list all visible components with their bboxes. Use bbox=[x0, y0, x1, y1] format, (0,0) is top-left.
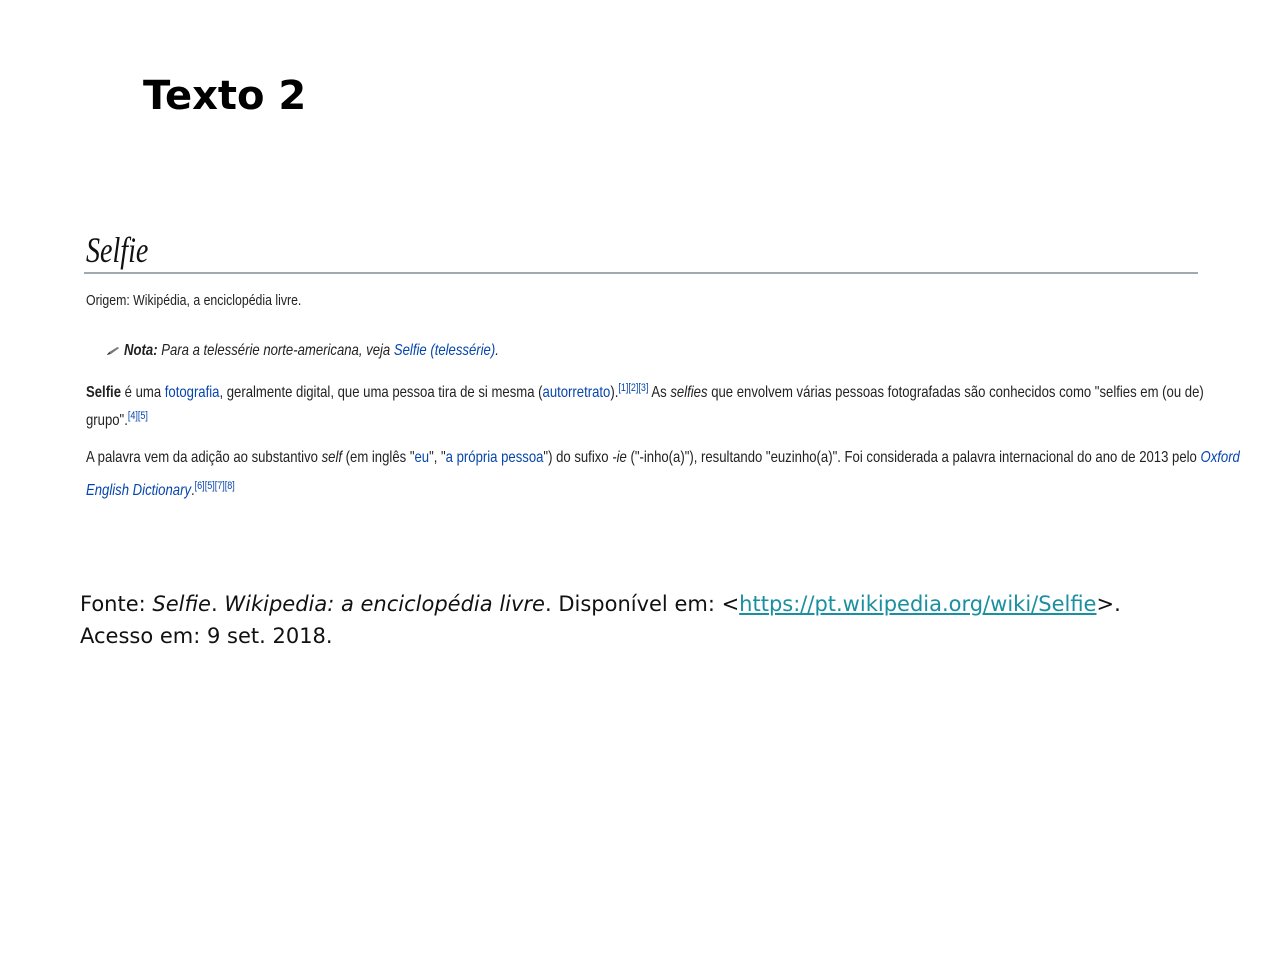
term-selfie: Selfie bbox=[86, 384, 122, 401]
source-title: Selfie bbox=[152, 592, 211, 616]
source-line-1: Fonte: Selfie. Wikipedia: a enciclopédia… bbox=[80, 588, 1220, 620]
text-fragment: ", " bbox=[429, 449, 446, 466]
page-heading: Texto 2 bbox=[143, 73, 307, 119]
hatnote-end: . bbox=[495, 342, 499, 359]
text-fragment: A palavra vem da adição ao substantivo bbox=[86, 449, 322, 466]
reference-links[interactable]: [4][5] bbox=[128, 410, 148, 422]
paragraph-1-line-2: grupo".[4][5] bbox=[86, 406, 148, 431]
title-divider bbox=[84, 272, 1198, 274]
source-url-link[interactable]: https://pt.wikipedia.org/wiki/Selfie bbox=[739, 592, 1096, 616]
hatnote-link[interactable]: Selfie (telessérie) bbox=[394, 342, 495, 359]
source-citation: Fonte: Selfie. Wikipedia: a enciclopédia… bbox=[80, 588, 1220, 652]
text-fragment: é uma bbox=[121, 384, 165, 401]
wikipedia-screenshot: Selfie Origem: Wikipédia, a enciclopédia… bbox=[84, 228, 1240, 508]
pencil-icon bbox=[106, 342, 121, 355]
text-fragment: As bbox=[648, 384, 671, 401]
text-fragment: que envolvem várias pessoas fotografadas… bbox=[707, 384, 1204, 401]
link-autorretrato[interactable]: autorretrato bbox=[543, 384, 611, 401]
text-fragment: ). bbox=[610, 384, 619, 401]
link-eu[interactable]: eu bbox=[414, 449, 429, 466]
link-propria-pessoa[interactable]: a própria pessoa bbox=[446, 449, 544, 466]
link-oxford[interactable]: Oxford bbox=[1200, 449, 1239, 466]
hatnote-text: Para a telessérie norte-americana, veja bbox=[161, 342, 391, 359]
text-fragment: ") do sufixo bbox=[543, 449, 613, 466]
source-access-date: Acesso em: 9 set. 2018. bbox=[80, 624, 333, 648]
hatnote-label: Nota: bbox=[124, 342, 158, 359]
source-prefix: Fonte: bbox=[80, 592, 153, 616]
source-available: . Disponível em: < bbox=[544, 592, 740, 616]
emphasis-selfies: selfies bbox=[670, 384, 708, 401]
link-fotografia[interactable]: fotografia bbox=[165, 384, 220, 401]
text-fragment: ("-inho(a)"), resultando "euzinho(a)". F… bbox=[626, 449, 1201, 466]
article-origin: Origem: Wikipédia, a enciclopédia livre. bbox=[86, 292, 302, 309]
paragraph-1-line-1: Selfie é uma fotografia, geralmente digi… bbox=[86, 378, 1204, 403]
source-site: Wikipedia: a enciclopédia livre bbox=[224, 592, 545, 616]
emphasis-self: self bbox=[321, 449, 343, 466]
text-fragment: grupo". bbox=[86, 412, 128, 429]
article-title: Selfie bbox=[86, 230, 149, 270]
text-fragment: (em inglês " bbox=[342, 449, 415, 466]
paragraph-2-line-1: A palavra vem da adição ao substantivo s… bbox=[86, 448, 1240, 468]
paragraph-2-line-2: English Dictionary.[6][5][7][8] bbox=[86, 476, 235, 501]
source-separator: . bbox=[210, 592, 225, 616]
source-close: >. bbox=[1096, 592, 1121, 616]
hatnote: Nota: Para a telessérie norte-americana,… bbox=[106, 341, 499, 361]
emphasis-suffix: -ie bbox=[612, 449, 627, 466]
reference-links[interactable]: [1][2][3] bbox=[618, 382, 648, 394]
link-english-dictionary[interactable]: English Dictionary bbox=[86, 482, 191, 499]
text-fragment: , geralmente digital, que uma pessoa tir… bbox=[219, 384, 543, 401]
reference-links[interactable]: [6][5][7][8] bbox=[195, 480, 235, 492]
